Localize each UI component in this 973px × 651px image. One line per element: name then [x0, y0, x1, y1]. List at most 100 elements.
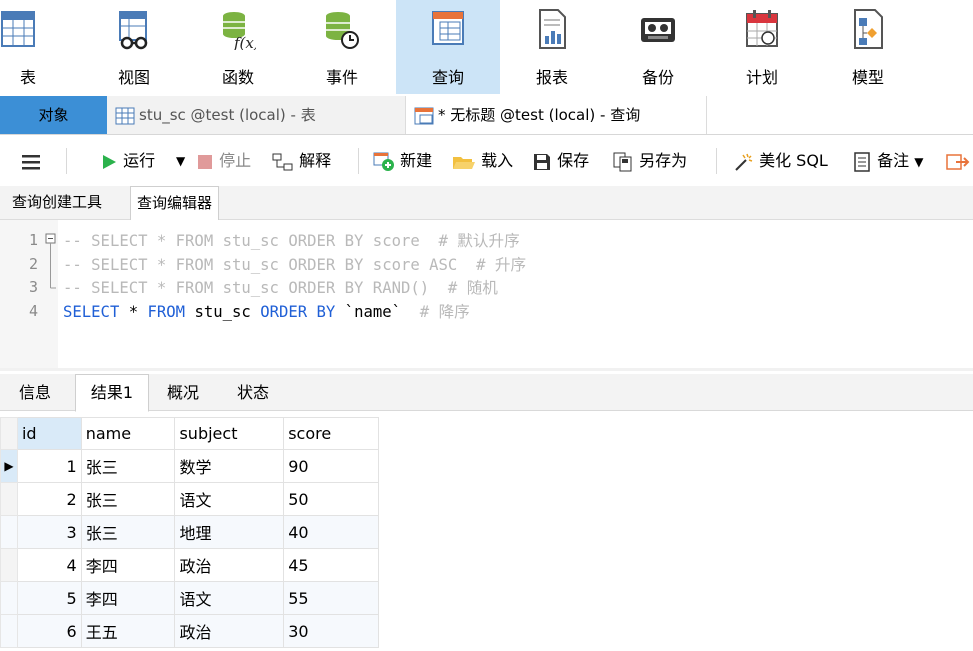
stop-icon — [198, 154, 212, 169]
toolbar-separator — [358, 148, 359, 174]
main-ribbon: 表 视图 f(x) 函数 事件 — [0, 0, 973, 94]
cell-name[interactable]: 张三 — [80, 515, 176, 549]
sql-editor[interactable]: 1 2 3 4 -- SELECT * FROM stu_sc ORDER BY… — [0, 220, 973, 371]
ribbon-backup-button[interactable]: 备份 — [612, 0, 704, 94]
tab-query-editor[interactable]: 查询编辑器 — [130, 186, 220, 221]
cell-id[interactable]: 4 — [16, 548, 82, 582]
cell-name[interactable]: 王五 — [80, 614, 176, 648]
beautify-sql-button[interactable]: 美化 SQL — [732, 136, 828, 186]
table-row[interactable]: 6 王五 政治 30 — [0, 614, 379, 648]
new-query-button[interactable]: 新建 — [373, 136, 432, 186]
query-icon — [432, 11, 464, 45]
tab-status[interactable]: 状态 — [218, 376, 288, 409]
new-label: 新建 — [400, 151, 433, 170]
table-row[interactable]: 3 张三 地理 40 — [0, 515, 379, 549]
sql-comment: # 降序 — [410, 303, 470, 321]
cell-score[interactable]: 30 — [283, 614, 379, 648]
document-tab-bar: 对象 stu_sc @test (local) - 表 * 无标题 @test … — [0, 96, 973, 135]
ribbon-query-button[interactable]: 查询 — [396, 0, 500, 94]
column-header-name[interactable]: name — [80, 417, 176, 450]
run-label: 运行 — [123, 151, 156, 170]
load-button[interactable]: 载入 — [452, 136, 513, 186]
ribbon-label: 视图 — [117, 68, 150, 87]
line-number: 1 — [28, 231, 38, 249]
cell-id[interactable]: 2 — [16, 482, 82, 516]
cell-id[interactable]: 3 — [16, 515, 82, 549]
current-row-marker-icon: ▶ — [0, 449, 18, 483]
table-row[interactable]: 2 张三 语文 50 — [0, 482, 379, 516]
result-grid[interactable]: id name subject score ▶ 1 张三 数学 90 2 张三 … — [0, 417, 379, 648]
cell-subject[interactable]: 地理 — [174, 515, 285, 549]
ribbon-label: 表 — [19, 68, 36, 87]
chevron-down-icon: ▼ — [176, 154, 186, 168]
save-as-icon — [613, 152, 632, 171]
cell-score[interactable]: 90 — [283, 449, 379, 483]
run-dropdown-button[interactable]: ▼ — [176, 136, 185, 186]
table-row[interactable]: 4 李四 政治 45 — [0, 548, 379, 582]
export-icon — [946, 153, 970, 170]
ribbon-function-button[interactable]: f(x) 函数 — [192, 0, 284, 94]
event-icon — [326, 12, 359, 49]
cell-name[interactable]: 李四 — [80, 548, 176, 582]
cell-subject[interactable]: 语文 — [174, 581, 285, 615]
magic-wand-icon — [735, 153, 753, 171]
play-icon — [103, 154, 116, 169]
cell-subject[interactable]: 语文 — [174, 482, 285, 516]
ribbon-schedule-button[interactable]: 计划 — [716, 0, 808, 94]
fold-collapse-icon[interactable] — [45, 233, 57, 293]
tab-query-builder[interactable]: 查询创建工具 — [6, 186, 108, 219]
tab-overview[interactable]: 概况 — [150, 376, 216, 409]
cell-name[interactable]: 李四 — [80, 581, 176, 615]
note-label: 备注 — [877, 151, 910, 170]
tab-label: stu_sc @test (local) - 表 — [139, 106, 316, 124]
cell-subject[interactable]: 政治 — [174, 614, 285, 648]
cell-score[interactable]: 45 — [283, 548, 379, 582]
ribbon-label: 备份 — [641, 68, 674, 87]
column-header-score[interactable]: score — [283, 417, 379, 450]
table-row[interactable]: ▶ 1 张三 数学 90 — [0, 449, 379, 483]
save-button[interactable]: 保存 — [532, 136, 589, 186]
ribbon-label: 模型 — [851, 68, 884, 87]
ribbon-label: 计划 — [745, 68, 778, 87]
cell-id[interactable]: 1 — [16, 449, 82, 483]
run-button[interactable]: 运行 — [100, 136, 155, 186]
cell-score[interactable]: 50 — [283, 482, 379, 516]
ribbon-view-button[interactable]: 视图 — [88, 0, 180, 94]
note-button[interactable]: 备注 ▼ — [852, 136, 923, 186]
folder-open-icon — [453, 156, 475, 169]
tab-result1[interactable]: 结果1 — [75, 374, 149, 412]
tab-info[interactable]: 信息 — [0, 376, 70, 409]
menu-button[interactable] — [22, 136, 40, 186]
ribbon-label: 查询 — [431, 68, 464, 87]
sql-token: * — [119, 303, 148, 321]
cell-id[interactable]: 5 — [16, 581, 82, 615]
save-icon — [534, 153, 550, 170]
ribbon-event-button[interactable]: 事件 — [296, 0, 388, 94]
tab-objects[interactable]: 对象 — [0, 96, 107, 134]
explain-button[interactable]: 解释 — [272, 136, 331, 186]
save-as-button[interactable]: 另存为 — [612, 136, 687, 186]
column-header-id[interactable]: id — [16, 417, 82, 450]
new-query-icon — [373, 152, 394, 171]
cell-score[interactable]: 40 — [283, 515, 379, 549]
code-line-1: -- SELECT * FROM stu_sc ORDER BY score #… — [63, 232, 520, 250]
column-header-subject[interactable]: subject — [174, 417, 285, 450]
ribbon-table-button[interactable]: 表 — [0, 0, 74, 94]
ribbon-model-button[interactable]: 模型 — [822, 0, 914, 94]
cell-subject[interactable]: 数学 — [174, 449, 285, 483]
more-toolbar-button[interactable] — [946, 136, 970, 186]
grid-header-row: id name subject score — [0, 417, 379, 450]
ribbon-report-button[interactable]: 报表 — [506, 0, 598, 94]
cell-score[interactable]: 55 — [283, 581, 379, 615]
tab-untitled-query[interactable]: * 无标题 @test (local) - 查询 — [406, 96, 707, 134]
stop-button[interactable]: 停止 — [196, 136, 251, 186]
cell-id[interactable]: 6 — [16, 614, 82, 648]
tab-table-stu-sc[interactable]: stu_sc @test (local) - 表 — [107, 96, 406, 134]
table-row[interactable]: 5 李四 语文 55 — [0, 581, 379, 615]
cell-name[interactable]: 张三 — [80, 482, 176, 516]
function-icon: f(x) — [223, 12, 256, 50]
note-icon — [854, 151, 870, 172]
cell-name[interactable]: 张三 — [80, 449, 176, 483]
model-icon — [854, 9, 883, 49]
cell-subject[interactable]: 政治 — [174, 548, 285, 582]
